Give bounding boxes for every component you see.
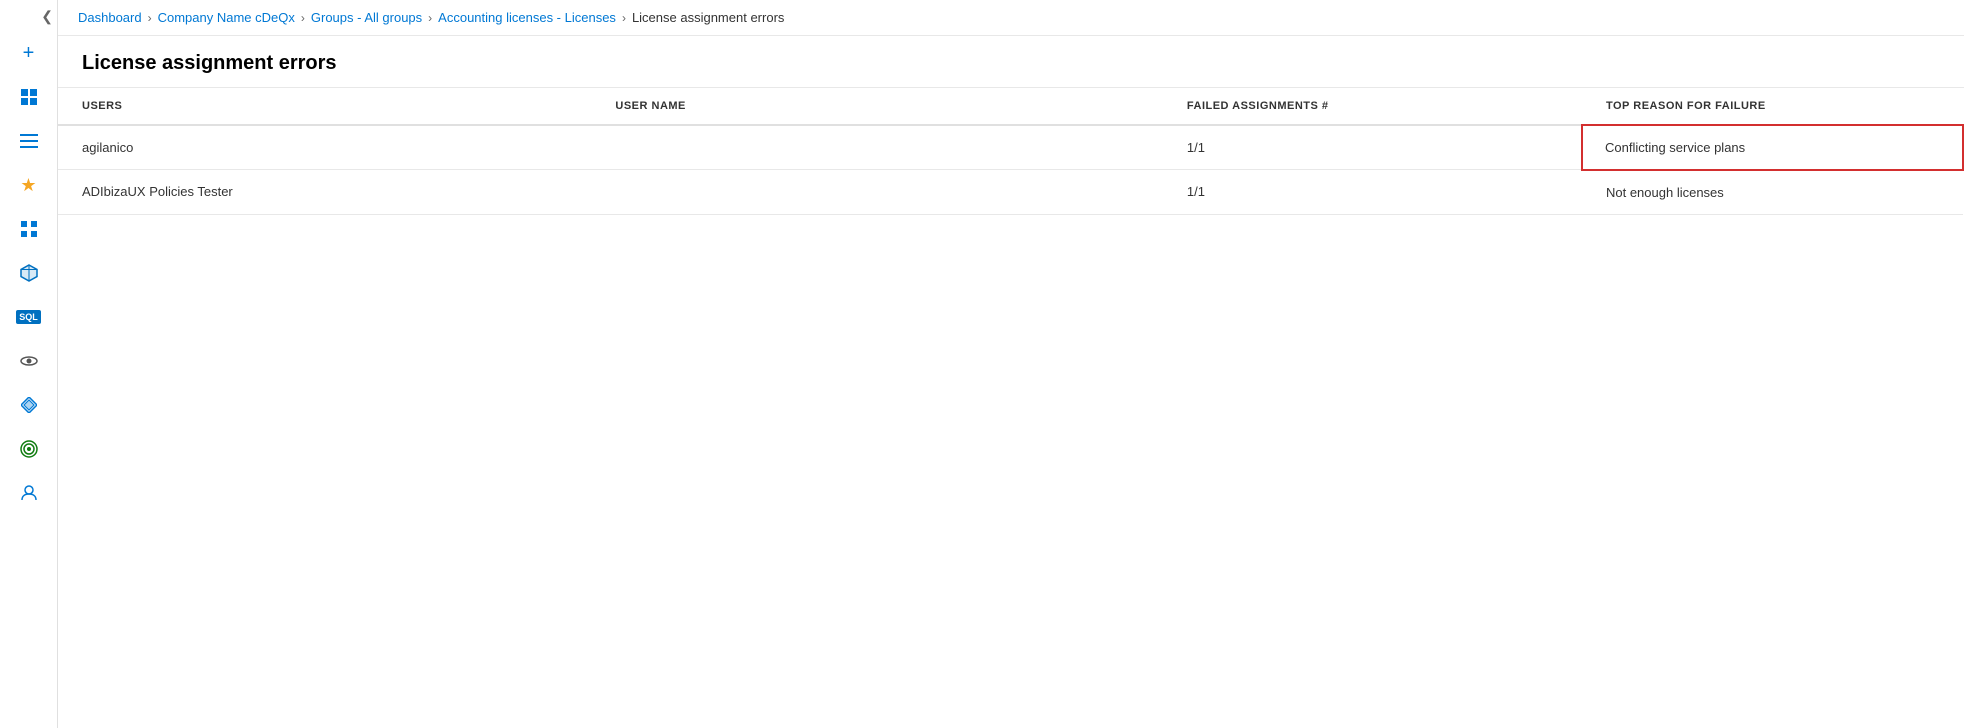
col-header-users: USERS — [58, 88, 591, 125]
breadcrumb-company[interactable]: Company Name cDeQx — [158, 10, 295, 25]
cell-failed: 1/1 — [1163, 170, 1582, 215]
breadcrumb-groups[interactable]: Groups - All groups — [311, 10, 422, 25]
breadcrumb: Dashboard › Company Name cDeQx › Groups … — [58, 0, 1964, 36]
col-header-failed: FAILED ASSIGNMENTS # — [1163, 88, 1582, 125]
breadcrumb-licenses[interactable]: Accounting licenses - Licenses — [438, 10, 616, 25]
table-row[interactable]: ADIbizaUX Policies Tester 1/1Not enough l… — [58, 170, 1963, 215]
sidebar-item-user-security[interactable] — [9, 473, 49, 513]
cell-reason: Not enough licenses — [1582, 170, 1963, 215]
table-row[interactable]: agilanico 1/1Conflicting service plans — [58, 125, 1963, 170]
license-errors-table: USERS USER NAME FAILED ASSIGNMENTS # TOP… — [58, 88, 1964, 215]
cell-reason: Conflicting service plans — [1582, 125, 1963, 170]
breadcrumb-current: License assignment errors — [632, 10, 784, 25]
main-content: Dashboard › Company Name cDeQx › Groups … — [58, 0, 1964, 728]
cell-failed: 1/1 — [1163, 125, 1582, 170]
page-title: License assignment errors — [82, 52, 1940, 75]
breadcrumb-dashboard[interactable]: Dashboard — [78, 10, 142, 25]
list-icon — [20, 134, 38, 148]
sql-icon: SQL — [16, 310, 41, 324]
dashboard-icon — [20, 88, 38, 106]
diamond-icon — [21, 397, 37, 413]
plus-icon: + — [23, 42, 35, 65]
sidebar-item-dashboard[interactable] — [9, 77, 49, 117]
table-header-row: USERS USER NAME FAILED ASSIGNMENTS # TOP… — [58, 88, 1963, 125]
sidebar-item-diamond[interactable] — [9, 385, 49, 425]
sidebar-item-apps[interactable] — [9, 209, 49, 249]
col-header-username: USER NAME — [591, 88, 1163, 125]
target-icon — [20, 440, 38, 458]
sidebar-item-package[interactable] — [9, 253, 49, 293]
sidebar: ❮ + ★ — [0, 0, 58, 728]
chevron-left-icon: ❮ — [41, 8, 53, 25]
sidebar-item-sql[interactable]: SQL — [9, 297, 49, 337]
cell-username — [591, 170, 1163, 215]
sidebar-item-list[interactable] — [9, 121, 49, 161]
sidebar-item-favorites[interactable]: ★ — [9, 165, 49, 205]
package-icon — [20, 264, 38, 282]
cell-username — [591, 125, 1163, 170]
breadcrumb-sep-1: › — [148, 11, 152, 25]
user-shield-icon — [20, 484, 38, 502]
cell-users: agilanico — [58, 125, 591, 170]
breadcrumb-sep-2: › — [301, 11, 305, 25]
table-container: USERS USER NAME FAILED ASSIGNMENTS # TOP… — [58, 88, 1964, 728]
breadcrumb-sep-4: › — [622, 11, 626, 25]
sidebar-item-target[interactable] — [9, 429, 49, 469]
breadcrumb-sep-3: › — [428, 11, 432, 25]
sidebar-item-orbit[interactable] — [9, 341, 49, 381]
star-icon: ★ — [20, 175, 36, 196]
orbit-icon — [20, 352, 38, 370]
page-header: License assignment errors — [58, 36, 1964, 88]
sidebar-collapse-button[interactable]: ❮ — [0, 8, 57, 25]
cell-users: ADIbizaUX Policies Tester — [58, 170, 591, 215]
sidebar-item-add[interactable]: + — [9, 33, 49, 73]
grid-icon — [21, 221, 37, 237]
col-header-reason: TOP REASON FOR FAILURE — [1582, 88, 1963, 125]
